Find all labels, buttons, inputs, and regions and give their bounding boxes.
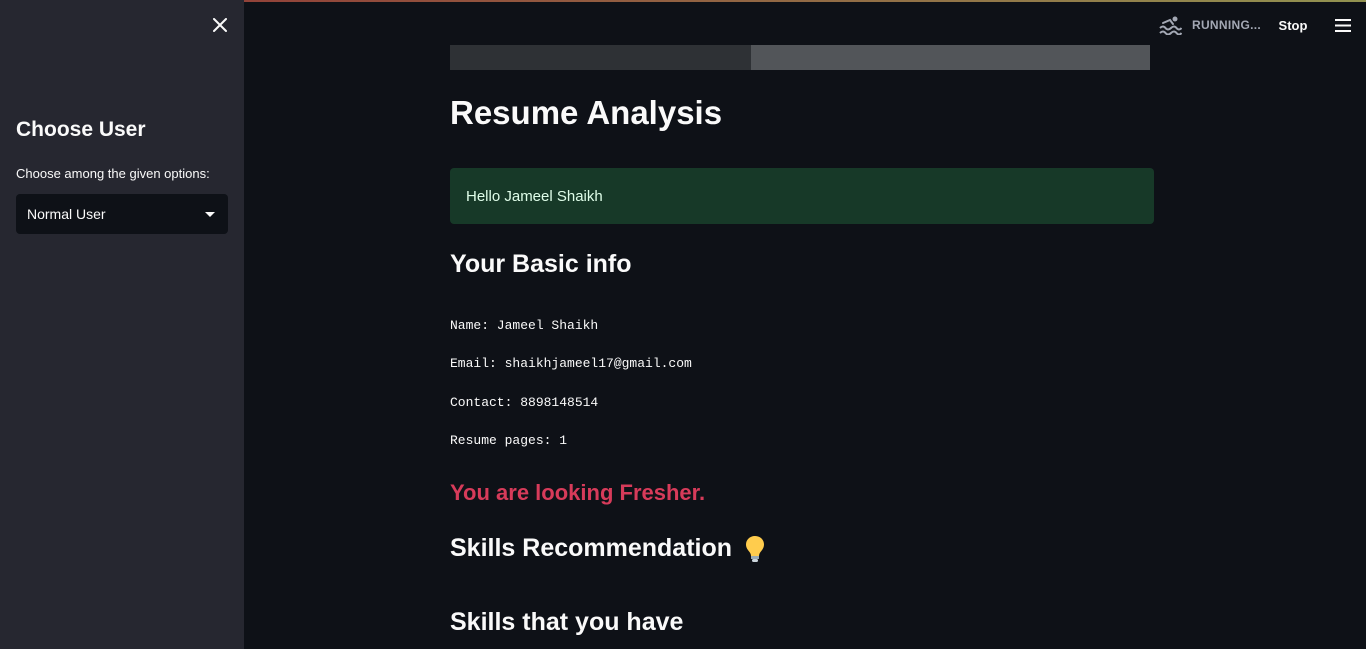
user-type-select[interactable]: Normal User — [16, 194, 228, 234]
experience-level-message: You are looking Fresher. — [450, 480, 706, 505]
select-label: Choose among the given options: — [16, 166, 210, 181]
info-email: Email: shaikhjameel17@gmail.com — [450, 356, 692, 371]
main-menu-button[interactable] — [1331, 13, 1355, 37]
sidebar: Choose User Choose among the given optio… — [0, 0, 244, 649]
stop-button[interactable]: Stop — [1270, 13, 1316, 37]
greeting-text: Hello Jameel Shaikh — [466, 187, 603, 205]
close-sidebar-button[interactable] — [208, 13, 232, 37]
info-pages: Resume pages: 1 — [450, 433, 568, 448]
page-title: Resume Analysis — [450, 94, 723, 131]
skills-recommendation-text: Skills Recommendation — [450, 534, 733, 562]
info-name: Name: Jameel Shaikh — [450, 318, 599, 333]
info-contact: Contact: 8898148514 — [450, 395, 599, 410]
swimmer-icon — [1159, 16, 1182, 35]
sidebar-title: Choose User — [16, 118, 146, 141]
running-status: RUNNING... — [1159, 13, 1261, 37]
skills-recommendation-heading: Skills Recommendation — [450, 534, 765, 563]
select-value: Normal User — [27, 206, 106, 222]
skills-have-heading: Skills that you have — [450, 608, 684, 636]
lightbulb-icon — [745, 536, 764, 563]
progress-bar — [450, 45, 1150, 70]
close-icon — [213, 18, 227, 32]
hamburger-menu-icon — [1335, 18, 1351, 32]
caret-down-icon — [205, 212, 215, 217]
basic-info-heading: Your Basic info — [450, 250, 632, 278]
progress-fill — [450, 45, 751, 70]
greeting-alert: Hello Jameel Shaikh — [450, 168, 1154, 224]
status-text: RUNNING... — [1192, 18, 1261, 32]
